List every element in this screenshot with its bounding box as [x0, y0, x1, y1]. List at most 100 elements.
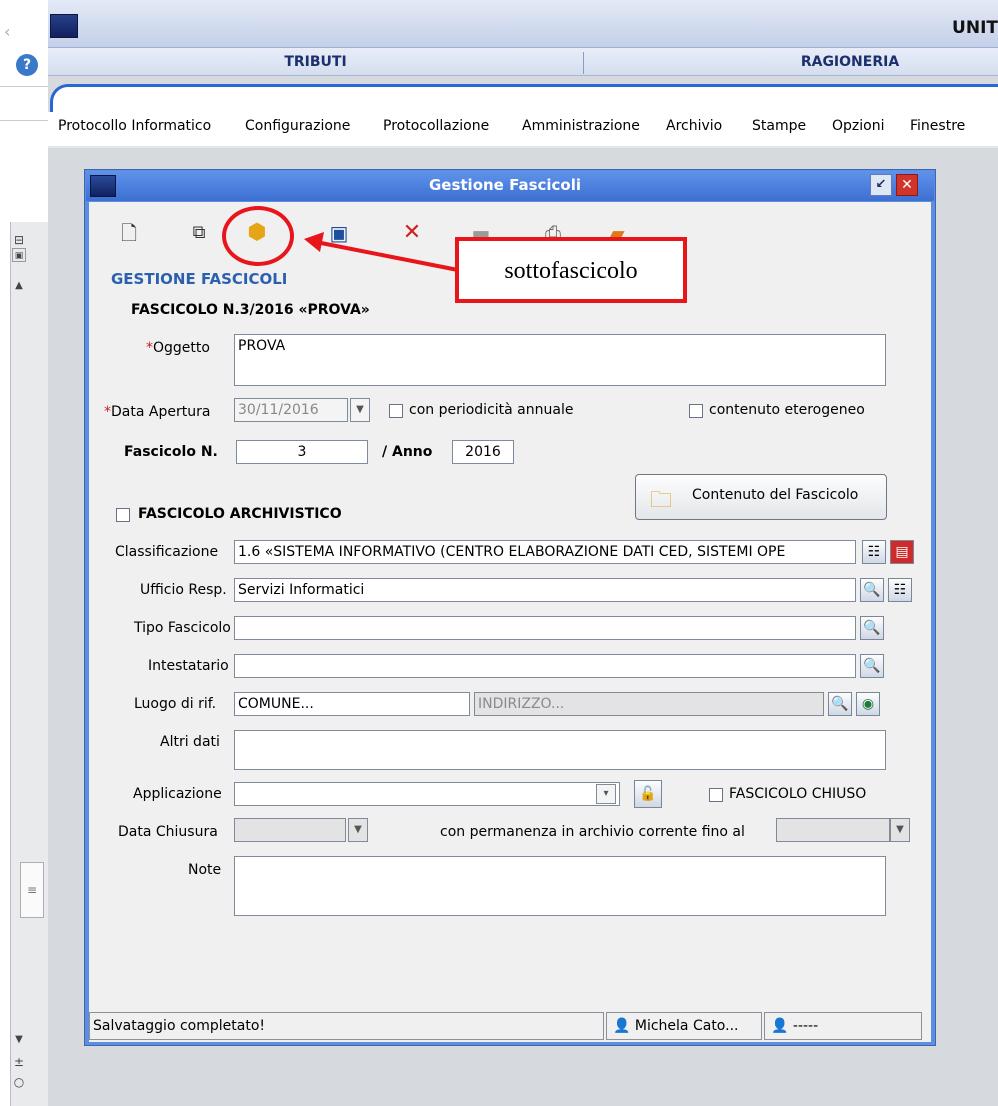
close-icon[interactable]: ✕	[896, 174, 918, 196]
window-titlebar	[48, 0, 998, 48]
tipo-search-icon[interactable]: 🔍	[860, 616, 884, 640]
fascicolo-n-label: Fascicolo N.	[124, 444, 218, 460]
tab-ragioneria[interactable]: RAGIONERIA	[700, 48, 998, 76]
side-panel	[10, 222, 48, 1106]
annotation-arrow	[304, 232, 459, 272]
menu-protocollo-informatico[interactable]: Protocollo Informatico	[58, 118, 211, 134]
data-chiusura-dropdown-icon[interactable]: ▼	[348, 818, 368, 842]
periodicita-label: con periodicità annuale	[409, 402, 574, 418]
luogo-comune-field[interactable]: COMUNE...	[234, 692, 470, 716]
applicazione-label: Applicazione	[133, 786, 222, 802]
ufficio-tree-icon[interactable]: ☷	[888, 578, 912, 602]
panel-collapse-icon[interactable]: ⊟	[9, 230, 29, 250]
permanenza-label: con permanenza in archivio corrente fino…	[440, 824, 745, 840]
copy-document-icon[interactable]: ⧉	[186, 220, 212, 246]
fascicolo-chiuso-label: FASCICOLO CHIUSO	[729, 786, 867, 802]
scroll-down-icon[interactable]: ▼	[9, 1030, 29, 1050]
menu-stampe[interactable]: Stampe	[752, 118, 806, 134]
dialog-logo-icon	[90, 175, 116, 197]
remove-classification-icon[interactable]: ▤	[890, 540, 914, 564]
oggetto-label-text: Oggetto	[153, 340, 210, 356]
acl-lock-icon[interactable]: 🔓	[634, 780, 662, 808]
restore-icon[interactable]: ↙	[870, 174, 892, 196]
tab-tributi[interactable]: TRIBUTI	[48, 48, 583, 76]
panel-pin-icon[interactable]: ▣	[12, 248, 26, 262]
fascicolo-n-field[interactable]: 3	[236, 440, 368, 464]
status-message: Salvataggio completato!	[89, 1012, 604, 1040]
ufficio-search-icon[interactable]: 🔍	[860, 578, 884, 602]
required-mark: *	[146, 340, 153, 356]
circle-icon[interactable]: ○	[9, 1072, 29, 1092]
dialog-heading: GESTIONE FASCICOLI	[111, 270, 288, 288]
applicazione-dropdown-icon[interactable]: ▾	[596, 784, 616, 804]
oggetto-field[interactable]: PROVA	[234, 334, 886, 386]
ufficio-field[interactable]: Servizi Informatici	[234, 578, 856, 602]
left-divider-2	[0, 120, 48, 121]
data-apertura-dropdown-icon[interactable]: ▼	[350, 398, 370, 422]
tab-separator	[583, 52, 584, 74]
contenuto-fascicolo-button[interactable]: 🗀 Contenuto del Fascicolo	[635, 474, 887, 520]
help-icon[interactable]: ?	[16, 54, 38, 76]
status-user[interactable]: 👤 Michela Cato...	[606, 1012, 762, 1040]
classificazione-field[interactable]: 1.6 «SISTEMA INFORMATIVO (CENTRO ELABORA…	[234, 540, 856, 564]
user-icon: 👤	[613, 1018, 631, 1034]
fascicolo-chiuso-checkbox[interactable]	[709, 788, 723, 802]
data-chiusura-field[interactable]	[234, 818, 346, 842]
oggetto-label: *Oggetto	[146, 340, 210, 356]
altri-dati-field[interactable]	[234, 730, 886, 770]
classificazione-label: Classificazione	[115, 544, 219, 560]
map-globe-icon[interactable]: ◉	[856, 692, 880, 716]
annotation-circle	[222, 206, 294, 266]
note-field[interactable]	[234, 856, 886, 916]
note-label: Note	[188, 862, 222, 878]
menu-amministrazione[interactable]: Amministrazione	[522, 118, 640, 134]
permanenza-field[interactable]	[776, 818, 890, 842]
menu-finestre[interactable]: Finestre	[910, 118, 965, 134]
eterogeneo-label: contenuto eterogeneo	[709, 402, 865, 418]
data-apertura-label-text: Data Apertura	[111, 404, 211, 420]
archivistico-checkbox[interactable]	[116, 508, 130, 522]
required-mark: *	[104, 404, 111, 420]
menu-configurazione[interactable]: Configurazione	[245, 118, 350, 134]
left-divider	[0, 86, 48, 87]
menu-archivio[interactable]: Archivio	[666, 118, 722, 134]
scroll-thumb[interactable]: ≡	[20, 862, 44, 918]
back-arrow-icon[interactable]: ‹	[4, 22, 10, 41]
luogo-search-icon[interactable]: 🔍	[828, 692, 852, 716]
data-apertura-label: *Data Apertura	[104, 404, 210, 420]
dialog-title: Gestione Fascicoli	[428, 176, 582, 194]
new-document-icon[interactable]: 🗋	[116, 220, 142, 246]
applicazione-select[interactable]	[234, 782, 620, 806]
menu-divider	[48, 146, 998, 148]
permanenza-dropdown-icon[interactable]: ▼	[890, 818, 910, 842]
tipo-fascicolo-field[interactable]	[234, 616, 856, 640]
intestatario-label: Intestatario	[148, 658, 229, 674]
eterogeneo-checkbox[interactable]	[689, 404, 703, 418]
archivistico-label: FASCICOLO ARCHIVISTICO	[138, 506, 342, 522]
contenuto-fascicolo-label: Contenuto del Fascicolo	[692, 487, 859, 503]
luogo-label: Luogo di rif.	[134, 696, 217, 712]
ufficio-label: Ufficio Resp.	[140, 582, 227, 598]
tipo-fascicolo-label: Tipo Fascicolo	[134, 620, 231, 636]
folder-search-icon: 🗀	[650, 488, 673, 513]
menu-protocollazione[interactable]: Protocollazione	[383, 118, 489, 134]
menu-opzioni[interactable]: Opzioni	[832, 118, 884, 134]
anno-label: / Anno	[382, 444, 433, 460]
periodicita-checkbox[interactable]	[389, 404, 403, 418]
altri-dati-label: Altri dati	[160, 734, 220, 750]
expand-icon[interactable]: ±	[9, 1052, 29, 1072]
status-extra: 👤 -----	[764, 1012, 922, 1040]
data-apertura-field[interactable]: 30/11/2016	[234, 398, 348, 422]
luogo-indirizzo-field[interactable]: INDIRIZZO...	[474, 692, 824, 716]
window-title: UNIT	[952, 18, 998, 38]
annotation-label: sottofascicolo	[455, 237, 687, 303]
intestatario-search-icon[interactable]: 🔍	[860, 654, 884, 678]
status-user-name: Michela Cato...	[634, 1018, 739, 1034]
anno-field[interactable]: 2016	[452, 440, 514, 464]
app-logo-icon	[50, 14, 78, 38]
intestatario-field[interactable]	[234, 654, 856, 678]
scroll-up-icon[interactable]: ▲	[9, 276, 29, 296]
tree-icon[interactable]: ☷	[862, 540, 886, 564]
fascicolo-subheading: FASCICOLO N.3/2016 «PROVA»	[131, 302, 370, 318]
status-extra-text: -----	[792, 1018, 819, 1034]
